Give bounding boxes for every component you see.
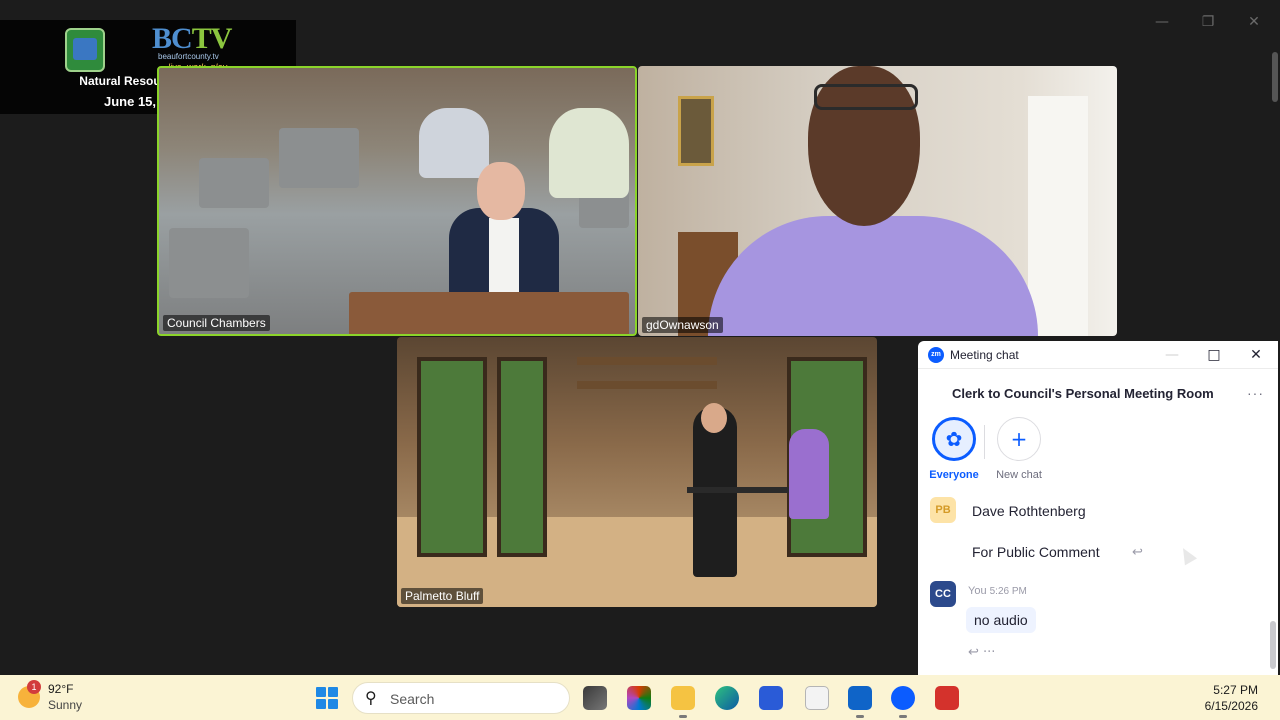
active-app-indicator (679, 715, 687, 718)
chat-recipient-tabs: ✿ Everyone + New chat (918, 417, 1278, 495)
taskbar: 1 92°F Sunny ⚲ Search 5:27 PM 6/15/2026 (0, 675, 1280, 720)
search-placeholder: Search (390, 691, 435, 707)
chair (169, 228, 249, 298)
tab-everyone[interactable]: ✿ Everyone (924, 417, 984, 495)
maximize-chat-icon[interactable]: □ (1202, 345, 1226, 365)
store-icon[interactable] (759, 686, 783, 710)
active-app-indicator (899, 715, 907, 718)
zoom-icon[interactable] (891, 686, 915, 710)
restore-icon[interactable]: ❐ (1198, 12, 1218, 32)
wall-frame (678, 96, 714, 166)
clock-time: 5:27 PM (1213, 683, 1258, 697)
window (417, 357, 487, 557)
bctv-logo: BCTV (152, 22, 232, 55)
participant-body (708, 216, 1038, 336)
message-actions[interactable]: ↩ ··· (968, 645, 995, 660)
minimize-chat-icon[interactable]: — (1160, 345, 1184, 365)
message-sender: Dave Rothtenberg (972, 503, 1086, 519)
chair (279, 128, 359, 188)
podium (349, 292, 629, 334)
meeting-chat-panel: zm Meeting chat — □ ✕ Clerk to Council's… (918, 341, 1278, 675)
close-icon[interactable]: ✕ (1244, 12, 1264, 32)
reply-icon[interactable]: ↩ (1132, 545, 1143, 560)
plus-icon: + (997, 417, 1041, 461)
clock-date: 6/15/2026 (1204, 699, 1258, 713)
edge-icon[interactable] (715, 686, 739, 710)
close-chat-icon[interactable]: ✕ (1244, 345, 1268, 365)
window (497, 357, 547, 557)
attendee (419, 108, 489, 178)
attendee (549, 108, 629, 198)
notepad-icon[interactable] (805, 686, 829, 710)
window-scrollbar[interactable] (1272, 52, 1278, 102)
tile-label: gdOwnawson (642, 317, 723, 333)
outlook-icon[interactable] (848, 686, 872, 710)
ceiling-beam (577, 357, 717, 365)
chat-header: zm Meeting chat — □ ✕ (918, 341, 1278, 369)
search-box[interactable]: ⚲ Search (352, 682, 570, 714)
tab-label: Everyone (929, 469, 979, 481)
room-name: Clerk to Council's Personal Meeting Room (952, 385, 1214, 401)
message-meta: You 5:26 PM (968, 585, 1027, 597)
folder-icon[interactable] (671, 686, 695, 710)
windows-start-icon[interactable] (316, 687, 338, 709)
zoom-logo-icon: zm (928, 346, 944, 363)
ceiling-beam (577, 381, 717, 389)
message-text: For Public Comment (972, 544, 1100, 560)
glasses (814, 84, 918, 110)
video-tile-participant[interactable]: gdOwnawson (638, 66, 1117, 336)
table (687, 487, 797, 493)
message-bubble: no audio (966, 607, 1036, 633)
tile-label: Council Chambers (163, 315, 270, 331)
avatar: PB (930, 497, 956, 523)
county-seal-logo (65, 28, 105, 72)
weather-condition[interactable]: Sunny (48, 698, 82, 712)
tab-divider (984, 425, 985, 459)
search-icon: ⚲ (365, 688, 377, 707)
chair (199, 158, 269, 208)
tab-label: New chat (996, 469, 1042, 481)
tile-label: Palmetto Bluff (401, 588, 484, 604)
minimize-icon[interactable]: — (1152, 12, 1172, 32)
people-icon: ✿ (932, 417, 976, 461)
message-list[interactable]: PB Dave Rothtenberg For Public Comment ↩… (918, 495, 1278, 675)
video-tile-palmetto-bluff[interactable]: Palmetto Bluff (397, 337, 877, 607)
standing-person-head (701, 403, 727, 433)
chat-window-title: Meeting chat (950, 347, 1019, 362)
video-tile-council-chambers[interactable]: Council Chambers (157, 66, 637, 336)
weather-badge: 1 (27, 680, 41, 694)
reply-icon[interactable]: ↩ (968, 645, 979, 660)
tab-new-chat[interactable]: + New chat (989, 417, 1049, 495)
chat-scrollbar[interactable] (1270, 621, 1276, 669)
active-app-indicator (856, 715, 864, 718)
bctv-url: beaufortcounty.tv (158, 52, 219, 61)
curtain (1028, 96, 1088, 336)
system-clock[interactable]: 5:27 PM 6/15/2026 (1205, 682, 1258, 714)
avatar: CC (930, 581, 956, 607)
speaker-head (477, 162, 525, 220)
message-sender: You (968, 585, 987, 597)
chat-room-header: Clerk to Council's Personal Meeting Room… (918, 369, 1278, 417)
acrobat-icon[interactable] (935, 686, 959, 710)
message-time: 5:26 PM (989, 586, 1027, 597)
more-options-icon[interactable]: ··· (1247, 385, 1264, 401)
weather-temperature[interactable]: 92°F (48, 682, 73, 696)
m365-icon[interactable] (627, 686, 651, 710)
seated-person (789, 429, 829, 519)
task-view-icon[interactable] (583, 686, 607, 710)
